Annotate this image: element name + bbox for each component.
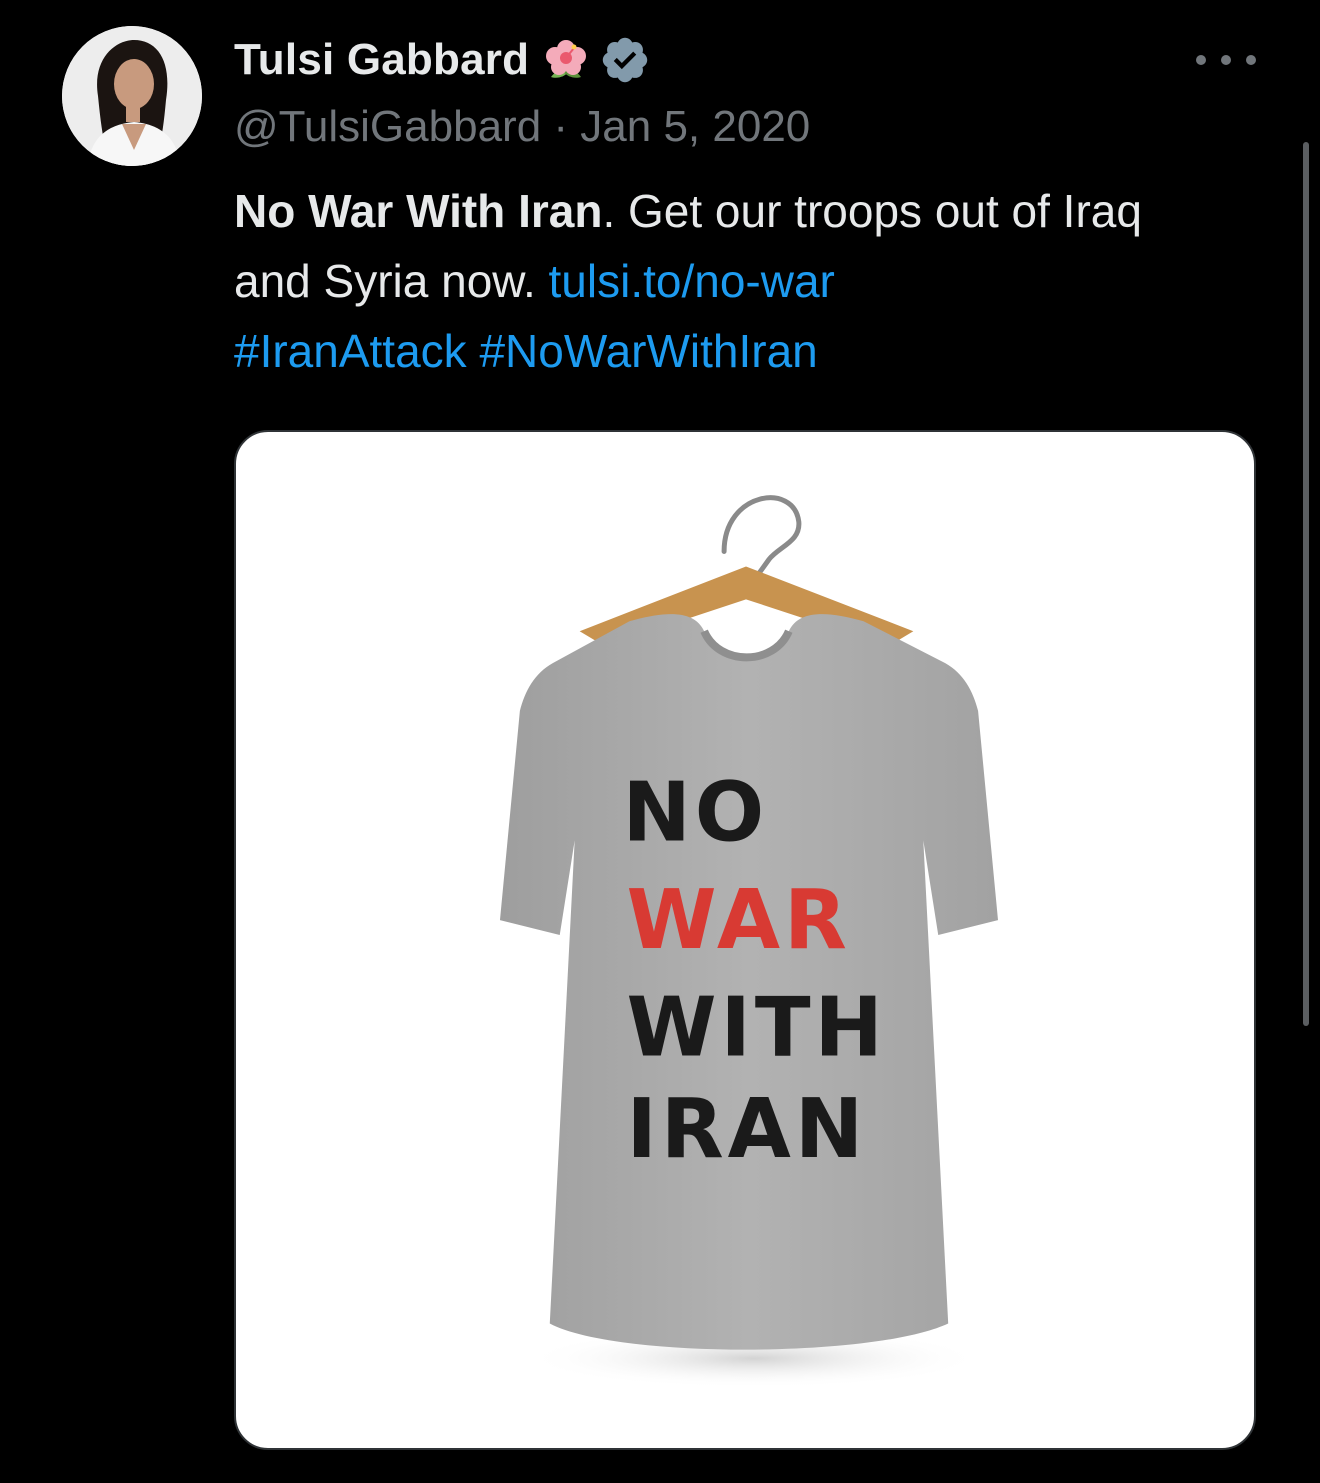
tshirt-photo: NO WAR WITH IRAN <box>499 495 999 1389</box>
more-dot-icon <box>1221 55 1231 65</box>
hashtag-link[interactable]: #IranAttack <box>234 325 467 377</box>
more-options-button[interactable] <box>1196 42 1256 78</box>
more-dot-icon <box>1196 55 1206 65</box>
tweet-link[interactable]: tulsi.to/no-war <box>549 255 835 307</box>
shirt-line-2: WAR <box>626 873 850 968</box>
shirt-line-1: NO <box>622 765 768 860</box>
hashtag-link[interactable]: #NoWarWithIran <box>479 325 817 377</box>
tweet-media-image[interactable]: NO WAR WITH IRAN <box>234 430 1256 1450</box>
tweet-date[interactable]: Jan 5, 2020 <box>580 102 810 151</box>
more-dot-icon <box>1246 55 1256 65</box>
tweet-bold-text: No War With Iran <box>234 185 603 237</box>
shirt-line-3: WITH <box>626 981 886 1076</box>
author-header: Tulsi Gabbard <box>234 28 651 92</box>
handle-date-line: @TulsiGabbard · Jan 5, 2020 <box>234 102 810 152</box>
verified-badge-icon[interactable] <box>599 34 651 86</box>
scrollbar[interactable] <box>1303 142 1309 1026</box>
avatar[interactable] <box>62 26 202 166</box>
handle[interactable]: @TulsiGabbard <box>234 102 541 151</box>
hibiscus-flower-icon <box>543 37 589 83</box>
display-name[interactable]: Tulsi Gabbard <box>234 35 529 85</box>
tweet-text: No War With Iran. Get our troops out of … <box>234 176 1224 386</box>
avatar-photo <box>62 26 202 166</box>
shirt-line-4: IRAN <box>626 1082 867 1177</box>
separator: · <box>553 102 581 151</box>
tweet: Tulsi Gabbard @TulsiGabbard · Jan 5, 202… <box>0 0 1320 1483</box>
